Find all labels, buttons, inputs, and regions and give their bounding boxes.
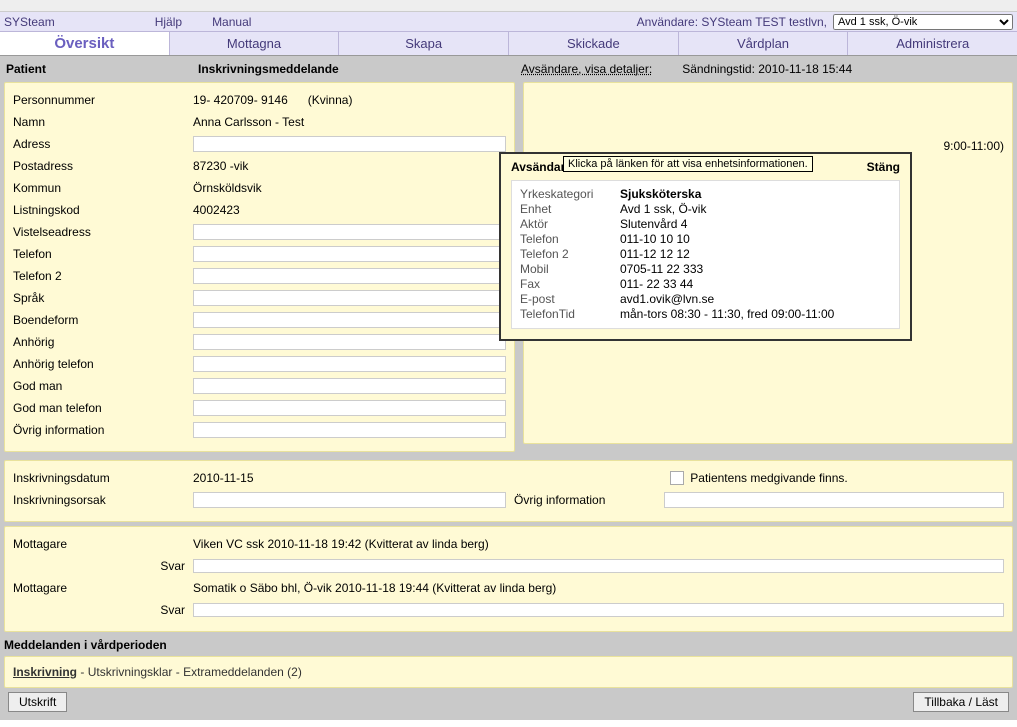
sender-yrkeskategori-label: Yrkeskategori [520, 187, 620, 201]
boendeform-input[interactable] [193, 312, 506, 328]
sender-yrkeskategori-value: Sjuksköterska [620, 187, 891, 201]
ovrig-info-input[interactable] [664, 492, 1004, 508]
anhorig-input[interactable] [193, 334, 506, 350]
telefon-label: Telefon [13, 247, 193, 261]
unit-select[interactable]: Avd 1 ssk, Ö-vik [833, 14, 1013, 30]
inskrivning-link[interactable]: Inskrivning [13, 665, 77, 679]
consent-label: Patientens medgivande finns. [690, 471, 847, 485]
sender-telefon-label: Telefon [520, 232, 620, 246]
listningskod-label: Listningskod [13, 203, 193, 217]
tab-careplan[interactable]: Vårdplan [679, 32, 849, 55]
sender-epost-label: E-post [520, 292, 620, 306]
sender-fax-value: 011- 22 33 44 [620, 277, 891, 291]
manual-link[interactable]: Manual [212, 15, 251, 29]
kommun-value: Örnsköldsvik [193, 181, 506, 195]
telefon2-input[interactable] [193, 268, 506, 284]
sender-telefon-value: 011-10 10 10 [620, 232, 891, 246]
utskrivningsklar-text: Utskrivningsklar [88, 665, 173, 679]
anhorig-telefon-label: Anhörig telefon [13, 357, 193, 371]
svar2-input[interactable] [193, 603, 1004, 617]
svar2-label: Svar [13, 603, 193, 617]
tab-overview[interactable]: Översikt [0, 32, 170, 55]
ovrig-info-label: Övrig information [514, 493, 664, 507]
sender-telefontid-label: TelefonTid [520, 307, 620, 321]
ovrig-input[interactable] [193, 422, 506, 438]
adress-label: Adress [13, 137, 193, 151]
godman-input[interactable] [193, 378, 506, 394]
godman-label: God man [13, 379, 193, 393]
sender-mobil-value: 0705-11 22 333 [620, 262, 891, 276]
sender-popup-close[interactable]: Stäng [867, 160, 900, 174]
sender-epost-value: avd1.ovik@lvn.se [620, 292, 891, 306]
personnummer-value: 19- 420709- 9146 [193, 93, 288, 107]
tab-create[interactable]: Skapa [339, 32, 509, 55]
print-button[interactable]: Utskrift [8, 692, 67, 712]
message-title: Inskrivningsmeddelande [198, 62, 521, 76]
patient-section-title: Patient [6, 62, 198, 76]
sender-aktor-value: Slutenvård 4 [620, 217, 891, 231]
svar1-label: Svar [13, 559, 193, 573]
godman-telefon-input[interactable] [193, 400, 506, 416]
inskrivningsorsak-label: Inskrivningsorsak [13, 493, 193, 507]
sender-details-link[interactable]: Avsändare, visa detaljer: [521, 62, 652, 76]
inskrivningsorsak-input[interactable] [193, 492, 506, 508]
send-time-label: Sändningstid: 2010-11-18 15:44 [682, 62, 852, 76]
tab-received[interactable]: Mottagna [170, 32, 340, 55]
ovrig-label: Övrig information [13, 423, 193, 437]
sender-enhet-label: Enhet [520, 202, 620, 216]
mottagare1-value: Viken VC ssk 2010-11-18 19:42 (Kvitterat… [193, 537, 1004, 551]
mottagare1-label: Mottagare [13, 537, 193, 551]
anhorig-label: Anhörig [13, 335, 193, 349]
telefon2-label: Telefon 2 [13, 269, 193, 283]
sender-mobil-label: Mobil [520, 262, 620, 276]
namn-label: Namn [13, 115, 193, 129]
vistelseadress-input[interactable] [193, 224, 506, 240]
sender-fax-label: Fax [520, 277, 620, 291]
back-button[interactable]: Tillbaka / Läst [913, 692, 1009, 712]
postadress-label: Postadress [13, 159, 193, 173]
sender-aktor-label: Aktör [520, 217, 620, 231]
user-label: Användare: SYSteam TEST testlvn, [637, 15, 833, 29]
inskrivningsdatum-label: Inskrivningsdatum [13, 471, 193, 485]
help-link[interactable]: Hjälp [155, 15, 212, 29]
sender-telefon2-label: Telefon 2 [520, 247, 620, 261]
sender-telefon2-value: 011-12 12 12 [620, 247, 891, 261]
personnummer-label: Personnummer [13, 93, 193, 107]
adress-input[interactable] [193, 136, 506, 152]
extrameddelanden-text: Extrameddelanden (2) [183, 665, 302, 679]
namn-value: Anna Carlsson - Test [193, 115, 506, 129]
sprak-input[interactable] [193, 290, 506, 306]
mottagare2-label: Mottagare [13, 581, 193, 595]
vistelseadress-label: Vistelseadress [13, 225, 193, 239]
tab-sent[interactable]: Skickade [509, 32, 679, 55]
gender-value: (Kvinna) [308, 93, 353, 107]
consent-checkbox[interactable] [670, 471, 684, 485]
tooltip: Klicka på länken för att visa enhetsinfo… [563, 156, 813, 172]
kommun-label: Kommun [13, 181, 193, 195]
sender-popup: Avsändare Stäng YrkeskategoriSjuksköters… [499, 152, 912, 341]
brand-label: SYSteam [4, 15, 155, 29]
inskrivningsdatum-value: 2010-11-15 [193, 471, 506, 485]
listningskod-value: 4002423 [193, 203, 506, 217]
sender-enhet-value: Avd 1 ssk, Ö-vik [620, 202, 891, 216]
msg-period-title: Meddelanden i vårdperioden [4, 636, 1013, 656]
boendeform-label: Boendeform [13, 313, 193, 327]
godman-telefon-label: God man telefon [13, 401, 193, 415]
mottagare2-value: Somatik o Säbo bhl, Ö-vik 2010-11-18 19:… [193, 581, 1004, 595]
telefon-input[interactable] [193, 246, 506, 262]
telefontid-truncated: 9:00-11:00) [944, 139, 1005, 153]
svar1-input[interactable] [193, 559, 1004, 573]
sender-telefontid-value: mån-tors 08:30 - 11:30, fred 09:00-11:00 [620, 307, 891, 321]
sprak-label: Språk [13, 291, 193, 305]
tab-admin[interactable]: Administrera [848, 32, 1017, 55]
postadress-value: 87230 -vik [193, 159, 506, 173]
anhorig-telefon-input[interactable] [193, 356, 506, 372]
